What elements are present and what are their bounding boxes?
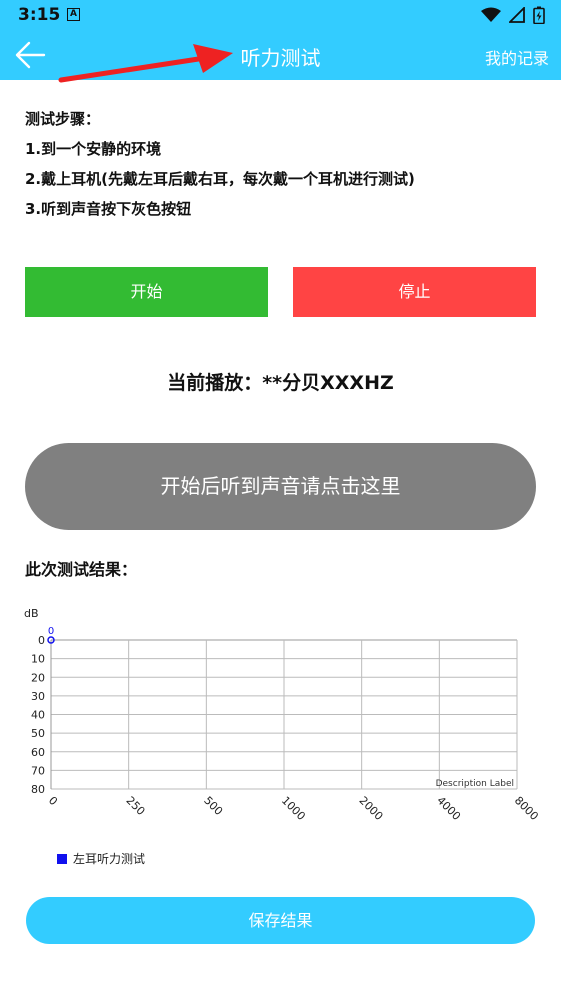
x-tick-label: 8000 bbox=[512, 794, 540, 823]
hear-sound-button[interactable]: 开始后听到声音请点击这里 bbox=[25, 443, 536, 530]
y-tick-label: 80 bbox=[31, 783, 45, 796]
y-tick-label: 40 bbox=[31, 709, 45, 722]
data-label: 0 bbox=[48, 626, 54, 637]
signal-icon bbox=[509, 7, 525, 23]
save-results-button[interactable]: 保存结果 bbox=[26, 897, 535, 944]
legend-swatch bbox=[57, 853, 67, 864]
y-tick-label: 0 bbox=[38, 634, 45, 647]
app-bar: 听力测试 我的记录 bbox=[0, 30, 561, 80]
description-label: Description Label bbox=[436, 779, 514, 789]
chart-legend: 左耳听力测试 bbox=[57, 850, 145, 867]
y-tick-label: 50 bbox=[31, 727, 45, 740]
wifi-icon bbox=[481, 7, 501, 22]
page-title: 听力测试 bbox=[240, 46, 321, 70]
battery-icon bbox=[533, 6, 545, 24]
test-steps: 测试步骤： 1.到一个安静的环境 2.戴上耳机(先戴左耳后戴右耳，每次戴一个耳机… bbox=[25, 104, 415, 224]
my-records-button[interactable]: 我的记录 bbox=[485, 45, 549, 69]
x-tick-label: 500 bbox=[201, 794, 225, 818]
audiogram-chart: 010203040506070800 250 500 1000 2000 4000 8000… bbox=[24, 607, 540, 823]
status-time: 3:15 bbox=[18, 5, 61, 25]
x-tick-label: 2000 bbox=[357, 794, 386, 823]
x-tick-label: 0 bbox=[46, 794, 60, 808]
x-tick-label: 1000 bbox=[279, 794, 308, 823]
x-tick-label: 250 bbox=[124, 794, 148, 818]
x-tick-label: 4000 bbox=[434, 794, 463, 823]
status-bar: 3:15 A bbox=[0, 0, 561, 30]
notification-icon: A bbox=[67, 8, 80, 21]
stop-button[interactable]: 停止 bbox=[293, 267, 536, 317]
results-title: 此次测试结果： bbox=[25, 560, 138, 579]
y-tick-label: 10 bbox=[31, 653, 45, 666]
y-tick-label: 70 bbox=[31, 764, 45, 777]
y-tick-label: 20 bbox=[31, 671, 45, 684]
step-item: 1.到一个安静的环境 bbox=[25, 140, 162, 158]
steps-heading: 测试步骤： bbox=[25, 110, 101, 128]
legend-label: 左耳听力测试 bbox=[73, 852, 146, 866]
step-item: 2.戴上耳机(先戴左耳后戴右耳，每次戴一个耳机进行测试) bbox=[25, 170, 415, 188]
step-item: 3.听到声音按下灰色按钮 bbox=[25, 200, 192, 218]
y-tick-label: 30 bbox=[31, 690, 45, 703]
status-icons bbox=[481, 6, 545, 24]
y-tick-label: 60 bbox=[31, 746, 45, 759]
now-playing-label: 当前播放：**分贝XXXHZ bbox=[167, 372, 394, 394]
y-axis-label: dB bbox=[24, 607, 39, 620]
start-button[interactable]: 开始 bbox=[25, 267, 268, 317]
